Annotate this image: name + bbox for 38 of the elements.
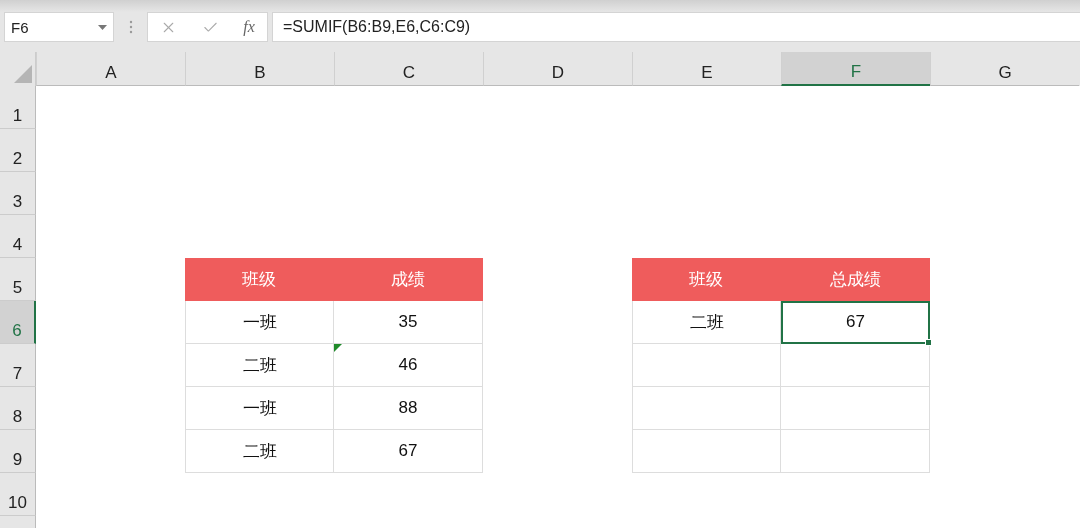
table-cell[interactable]: 二班: [185, 344, 334, 387]
table-cell[interactable]: 一班: [185, 301, 334, 344]
row-header[interactable]: 6: [0, 301, 36, 344]
column-title: 班级: [632, 258, 781, 301]
grip-icon: [129, 20, 133, 34]
table-cell[interactable]: 88: [334, 387, 483, 430]
formula-field[interactable]: =SUMIF(B6:B9,E6,C6:C9): [272, 12, 1080, 42]
column-header[interactable]: F: [781, 52, 930, 86]
name-box[interactable]: F6: [4, 12, 114, 42]
table-cell[interactable]: 二班: [185, 430, 334, 473]
fill-handle[interactable]: [925, 339, 932, 346]
column-title: 总成绩: [781, 258, 930, 301]
insert-function-button[interactable]: fx: [243, 18, 255, 36]
row-header[interactable]: 3: [0, 172, 36, 215]
table-cell[interactable]: 46: [334, 344, 483, 387]
table-cell[interactable]: 一班: [185, 387, 334, 430]
row-header[interactable]: 4: [0, 215, 36, 258]
column-title: 班级: [185, 258, 334, 301]
row-header[interactable]: 8: [0, 387, 36, 430]
column-header[interactable]: A: [36, 52, 185, 86]
corner-triangle-icon: [14, 65, 32, 83]
table-cell[interactable]: 67: [334, 430, 483, 473]
column-header[interactable]: D: [483, 52, 632, 86]
row-header[interactable]: 7: [0, 344, 36, 387]
row-header[interactable]: 2: [0, 129, 36, 172]
column-header[interactable]: B: [185, 52, 334, 86]
table-cell[interactable]: 二班: [632, 301, 781, 344]
row-header[interactable]: 10: [0, 473, 36, 516]
row-header[interactable]: 5: [0, 258, 36, 301]
row-header[interactable]: 9: [0, 430, 36, 473]
row-header[interactable]: 1: [0, 86, 36, 129]
column-header[interactable]: E: [632, 52, 781, 86]
table-cell[interactable]: 67: [781, 301, 930, 344]
caret-icon: [98, 24, 107, 30]
column-header[interactable]: C: [334, 52, 483, 86]
table-cell[interactable]: 35: [334, 301, 483, 344]
column-header[interactable]: G: [930, 52, 1079, 86]
column-title: 成绩: [334, 258, 483, 301]
